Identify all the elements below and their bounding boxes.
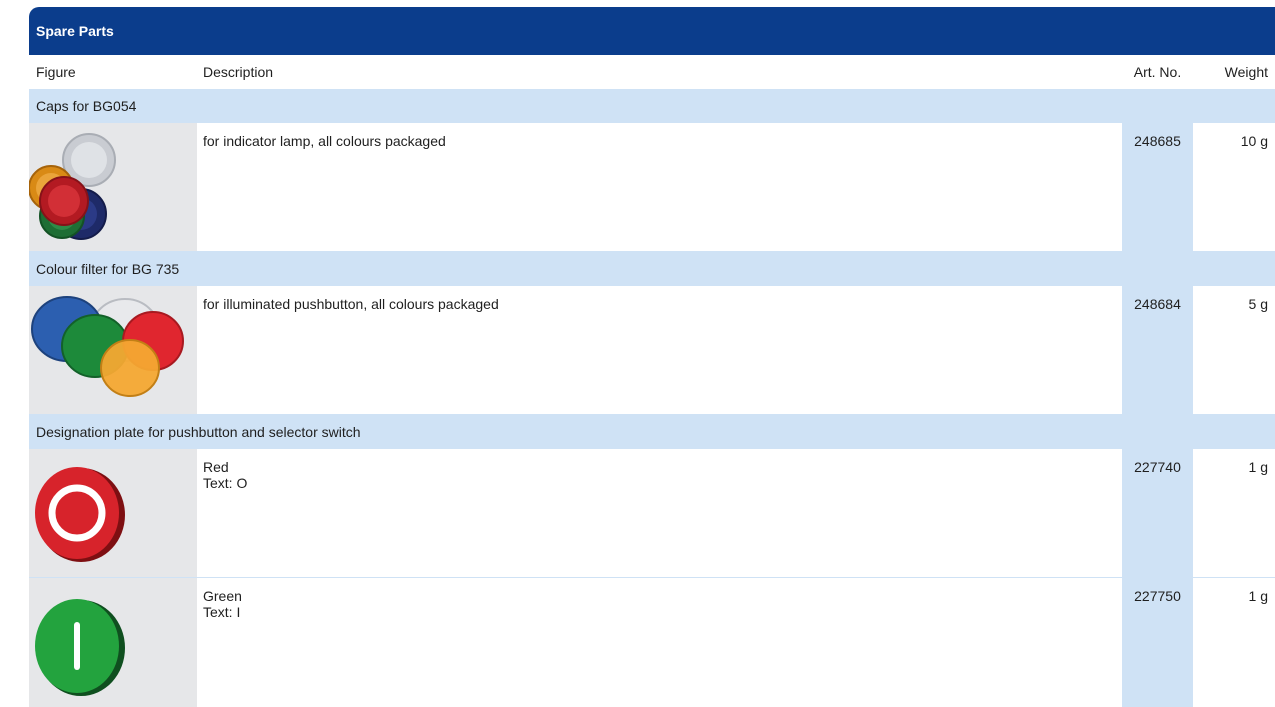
table-row: for indicator lamp, all colours packaged… <box>29 123 1275 252</box>
column-header-art-no: Art. No. <box>1133 64 1182 80</box>
item-art-no: 227740 <box>1122 449 1193 577</box>
item-art-no: 227750 <box>1122 578 1193 707</box>
column-header-figure: Figure <box>36 64 76 80</box>
section-caps: Caps for BG054 <box>29 89 1275 123</box>
colour-filters-icon <box>29 286 197 414</box>
spare-parts-table: Spare Parts Figure Description Art. No. … <box>29 7 1275 707</box>
red-plate-o-icon <box>29 449 197 577</box>
item-description: Green Text: I <box>203 588 242 620</box>
green-plate-i-icon <box>29 578 197 707</box>
item-description: for indicator lamp, all colours packaged <box>203 133 446 149</box>
table-row: Green Text: I 227750 1 g <box>29 578 1275 707</box>
column-header-description: Description <box>203 64 274 80</box>
section-designation-plate: Designation plate for pushbutton and sel… <box>29 415 1275 449</box>
section-colour-filter: Colour filter for BG 735 <box>29 252 1275 286</box>
indicator-lamp-caps-icon <box>29 123 197 251</box>
column-header-weight: Weight <box>1224 64 1268 80</box>
table-row: for illuminated pushbutton, all colours … <box>29 286 1275 415</box>
table-row: Red Text: O 227740 1 g <box>29 449 1275 578</box>
item-weight: 10 g <box>1240 133 1268 149</box>
item-art-no: 248685 <box>1122 123 1193 251</box>
item-weight: 1 g <box>1248 588 1268 604</box>
item-description: Red Text: O <box>203 459 248 491</box>
item-art-no: 248684 <box>1122 286 1193 414</box>
item-weight: 5 g <box>1248 296 1268 312</box>
table-title: Spare Parts <box>29 7 1275 55</box>
item-description: for illuminated pushbutton, all colours … <box>203 296 499 312</box>
item-weight: 1 g <box>1248 459 1268 475</box>
column-header-row: Figure Description Art. No. Weight <box>29 55 1275 89</box>
